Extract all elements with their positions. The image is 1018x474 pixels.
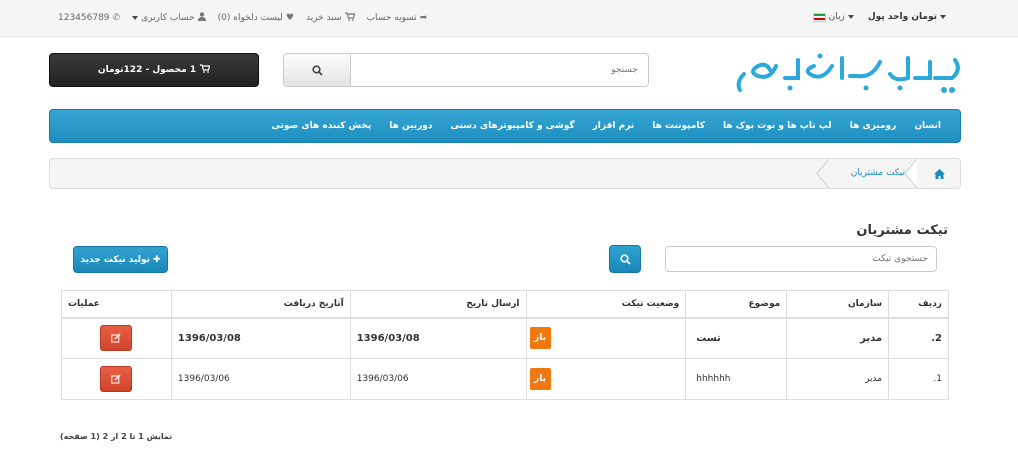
checkout-label: تسویه حساب (366, 13, 417, 23)
site-logo[interactable] (730, 48, 962, 104)
new-ticket-label: تولید تیکت جدید (80, 254, 151, 265)
search-button[interactable] (283, 53, 351, 87)
header-received-date[interactable]: آتاریخ دریافت (170, 290, 351, 319)
header-row-number[interactable]: ردیف (888, 290, 949, 319)
wishlist-label: لیست دلخواه (0) (217, 13, 283, 23)
top-bar-left: ✆ 123456789 حساب کاربری ♥ لیست دلخواه (0… (58, 12, 427, 24)
nav-item-components[interactable]: کامپوننت ها (643, 121, 714, 131)
table-row: 1. مدیر hhhhhh باز 1396/03/06 1396/03/06 (61, 358, 949, 400)
chevron-down-icon (940, 15, 946, 19)
heart-icon: ♥ (285, 13, 294, 23)
nav-item-software[interactable]: نرم افزار (584, 121, 644, 131)
cell-sent-date: 1396/03/08 (349, 317, 527, 359)
cart-label: سبد خرید (305, 13, 342, 23)
breadcrumb: تیکت مشتریان (49, 158, 961, 189)
cell-organization: مدیر (786, 317, 890, 359)
status-badge: باز (529, 368, 551, 390)
nav-item-desktops[interactable]: رومیزی ها (841, 121, 906, 131)
ticket-search-input[interactable] (665, 246, 937, 272)
currency-label: تومان واحد پول (867, 12, 937, 22)
account-label: حساب کاربری (141, 13, 195, 23)
search-input[interactable] (351, 53, 649, 87)
edit-ticket-button[interactable] (100, 325, 133, 352)
user-icon (197, 12, 206, 24)
pagination-info: نمایش 1 تا 2 از 2 (1 صفحه) (60, 432, 173, 441)
header-sent-date[interactable]: ارسال تاریخ (349, 290, 527, 319)
language-dropdown[interactable]: زبان (812, 12, 854, 22)
tickets-table: ردیف سازمان موضوع وضعیت تیکت ارسال تاریخ… (61, 290, 949, 400)
shopping-cart-icon (344, 12, 355, 24)
chevron-down-icon (847, 15, 854, 19)
cell-operations (61, 358, 172, 400)
cell-row-number: 1. (888, 358, 949, 400)
cell-subject: hhhhhh (685, 358, 788, 400)
cell-subject: تست (685, 317, 788, 359)
edit-icon (111, 374, 121, 384)
header-operations: عملیات (61, 290, 172, 319)
phone-label: 123456789 (58, 13, 110, 23)
top-bar-right: تومان واحد پول زبان (812, 12, 946, 22)
home-link[interactable] (918, 159, 960, 188)
status-badge: باز (529, 327, 551, 350)
cart-summary-button[interactable]: 1 محصول - 122تومان (49, 53, 259, 87)
cell-status: باز (525, 317, 687, 359)
edit-ticket-button[interactable] (100, 366, 133, 392)
currency-dropdown[interactable]: تومان واحد پول (868, 12, 946, 22)
search-icon (619, 253, 631, 265)
cell-organization: مدیر (786, 358, 890, 400)
breadcrumb-current[interactable]: تیکت مشتریان (851, 168, 905, 178)
cart-summary-label: 1 محصول - 122تومان (97, 65, 197, 75)
cell-received-date: 1396/03/06 (170, 358, 351, 400)
language-label: زبان (828, 12, 845, 22)
share-arrow-icon: ➦ (419, 13, 428, 23)
nav-item-audio-players[interactable]: پخش کننده های صوتی (262, 121, 380, 131)
ticket-search-button[interactable] (609, 245, 641, 273)
header-search (283, 53, 649, 87)
new-ticket-button[interactable]: ✚ تولید تیکت جدید (73, 246, 168, 273)
cell-sent-date: 1396/03/06 (349, 358, 527, 400)
shopping-cart-icon (200, 64, 211, 76)
breadcrumb-divider (904, 159, 918, 188)
table-header-row: ردیف سازمان موضوع وضعیت تیکت ارسال تاریخ… (61, 290, 949, 319)
nav-item-cameras[interactable]: دوربین ها (380, 121, 441, 131)
cart-link[interactable]: سبد خرید (306, 12, 355, 24)
edit-icon (111, 333, 121, 343)
phone-icon: ✆ (112, 13, 121, 23)
header-status[interactable]: وضعیت تیکت (525, 290, 687, 319)
plus-icon: ✚ (153, 254, 161, 265)
account-dropdown[interactable]: حساب کاربری (132, 12, 206, 24)
cell-received-date: 1396/03/08 (170, 317, 351, 359)
checkout-link[interactable]: ➦ تسویه حساب (367, 13, 428, 23)
header-subject[interactable]: موضوع (685, 290, 788, 319)
nav-item-phones[interactable]: گوشی و کامپیوترهای دستی (442, 121, 584, 131)
phone-link[interactable]: ✆ 123456789 (58, 13, 120, 23)
breadcrumb-divider (816, 159, 830, 188)
table-row: 2. مدیر تست باز 1396/03/08 1396/03/08 (61, 317, 949, 359)
main-nav: انسان رومیزی ها لپ تاپ ها و نوت بوک ها ک… (49, 109, 961, 143)
home-icon (933, 168, 945, 179)
header-organization[interactable]: سازمان (786, 290, 890, 319)
wishlist-link[interactable]: ♥ لیست دلخواه (0) (218, 13, 294, 23)
iran-flag-icon (812, 12, 826, 22)
chevron-down-icon (132, 16, 139, 20)
cell-operations (61, 317, 172, 359)
cell-status: باز (525, 358, 687, 400)
cell-row-number: 2. (888, 317, 949, 359)
nav-item-humans[interactable]: انسان (905, 121, 950, 131)
top-bar: تومان واحد پول زبان ✆ 123456789 حساب کار… (0, 0, 1018, 37)
page-title: تیکت مشتریان (856, 223, 948, 238)
search-icon (311, 64, 323, 76)
nav-item-laptops[interactable]: لپ تاپ ها و نوت بوک ها (714, 121, 841, 131)
